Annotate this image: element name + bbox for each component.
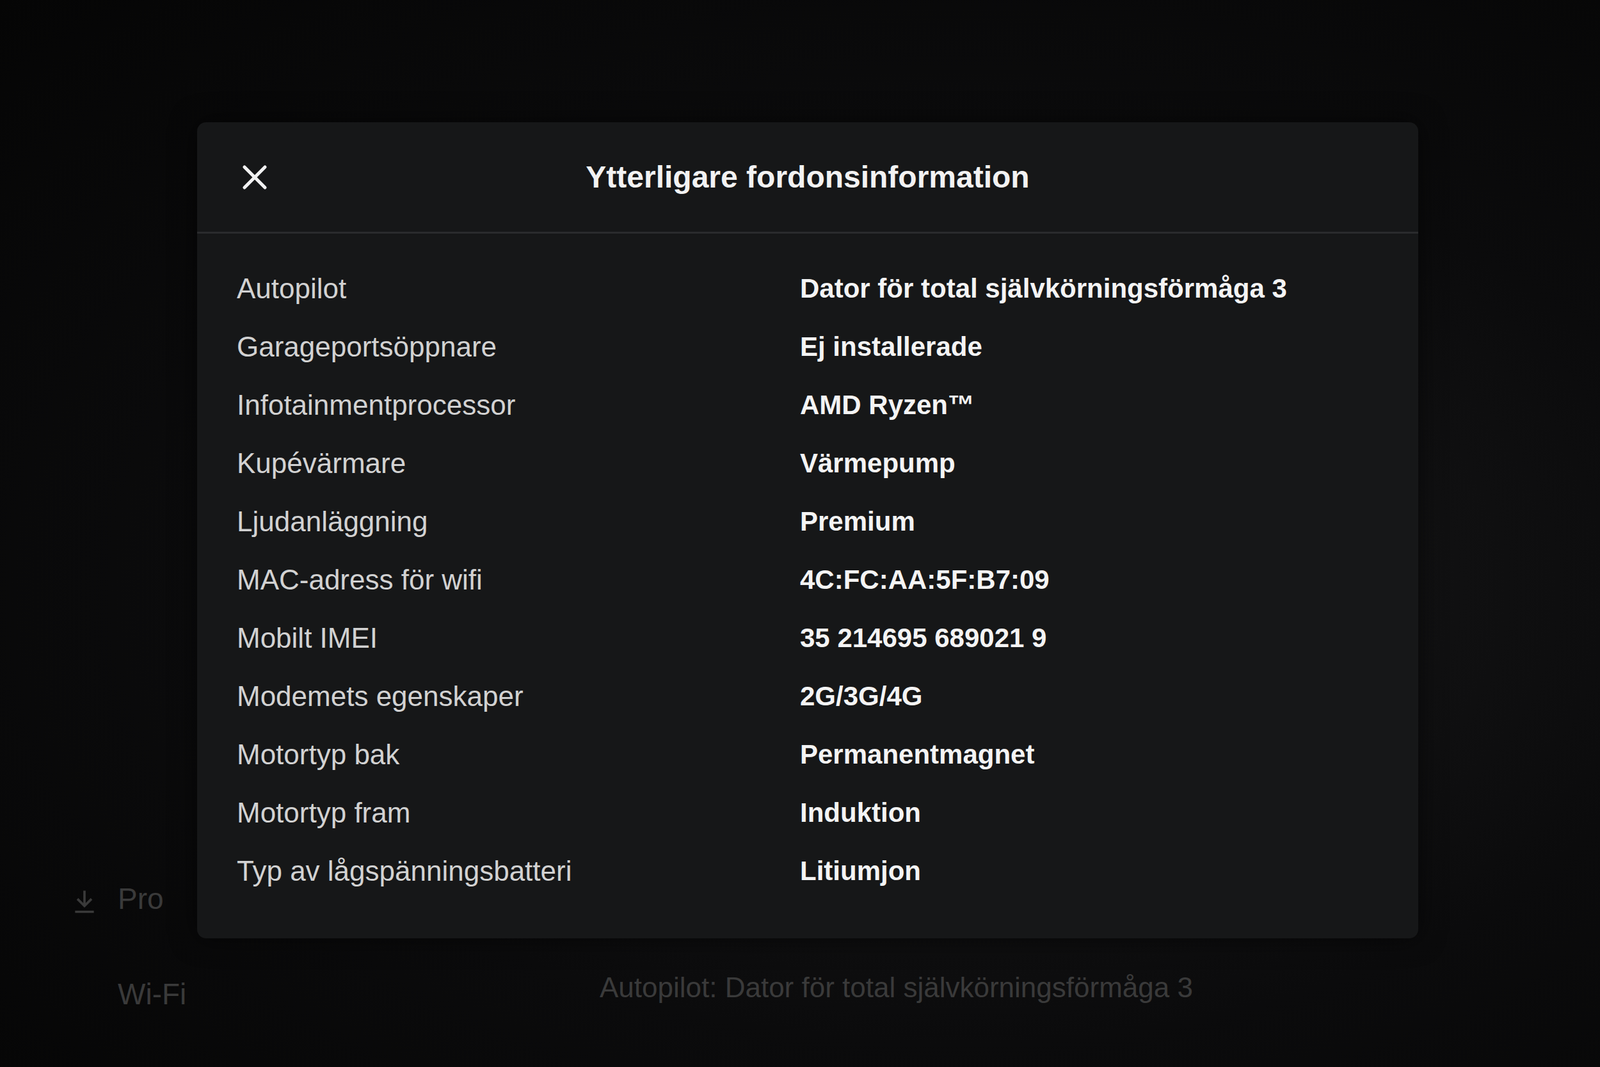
info-label: Ljudanläggning <box>236 500 800 543</box>
info-row: KupévärmareVärmepump <box>236 433 1393 493</box>
info-value: Premium <box>800 501 1393 542</box>
close-icon[interactable] <box>235 158 274 197</box>
info-value: 4C:FC:AA:5F:B7:09 <box>800 559 1393 600</box>
info-value: Litiumjon <box>800 850 1393 891</box>
info-label: Modemets egenskaper <box>236 675 800 718</box>
info-value: Permanentmagnet <box>800 734 1393 775</box>
info-value: Dator för total självkörningsförmåga 3 <box>800 268 1393 309</box>
background-info-line: Autopilot: Dator för total självkörnings… <box>599 966 1193 1009</box>
info-value: AMD Ryzen™ <box>800 384 1393 425</box>
screen: Pro Wi-Fi Autopilot: Dator för total själv… <box>0 0 1600 1067</box>
dialog-header: Ytterligare fordonsinformation <box>197 122 1419 234</box>
download-icon <box>70 876 99 921</box>
info-label: Autopilot <box>236 267 800 310</box>
info-value: 2G/3G/4G <box>800 675 1393 717</box>
sidebar-label: Pro <box>117 876 164 921</box>
info-row: GarageportsöppnareEj installerade <box>236 317 1393 376</box>
info-row: AutopilotDator för total självkörningsfö… <box>236 259 1393 318</box>
info-row: LjudanläggningPremium <box>236 492 1393 551</box>
info-row: Modemets egenskaper2G/3G/4G <box>236 666 1393 726</box>
info-label: Motortyp fram <box>236 791 800 834</box>
info-row: Motortyp bakPermanentmagnet <box>236 725 1393 784</box>
info-value: Induktion <box>800 792 1393 833</box>
info-row: InfotainmentprocessorAMD Ryzen™ <box>236 375 1393 434</box>
info-label: Kupévärmare <box>236 442 800 485</box>
info-label: Typ av lågspänningsbatteri <box>236 849 800 893</box>
info-value: Värmepump <box>800 442 1393 484</box>
info-row: MAC-adress för wifi4C:FC:AA:5F:B7:09 <box>236 550 1393 609</box>
info-label: Motortyp bak <box>236 733 800 776</box>
dialog-title: Ytterligare fordonsinformation <box>585 154 1030 201</box>
sidebar-label: Wi-Fi <box>117 972 187 1017</box>
info-row: Motortyp framInduktion <box>236 783 1393 842</box>
info-label: Mobilt IMEI <box>236 616 800 660</box>
info-label: Infotainmentprocessor <box>236 384 800 427</box>
info-value: Ej installerade <box>800 326 1393 367</box>
vehicle-info-dialog: Ytterligare fordonsinformation AutopilotD… <box>197 122 1419 939</box>
info-list: AutopilotDator för total självkörningsfö… <box>197 233 1419 900</box>
info-row: Mobilt IMEI35 214695 689021 9 <box>236 608 1393 667</box>
info-label: Garageportsöppnare <box>236 325 800 368</box>
info-label: MAC-adress för wifi <box>236 558 800 601</box>
info-value: 35 214695 689021 9 <box>800 617 1393 658</box>
info-row: Typ av lågspänningsbatteriLitiumjon <box>236 841 1393 900</box>
